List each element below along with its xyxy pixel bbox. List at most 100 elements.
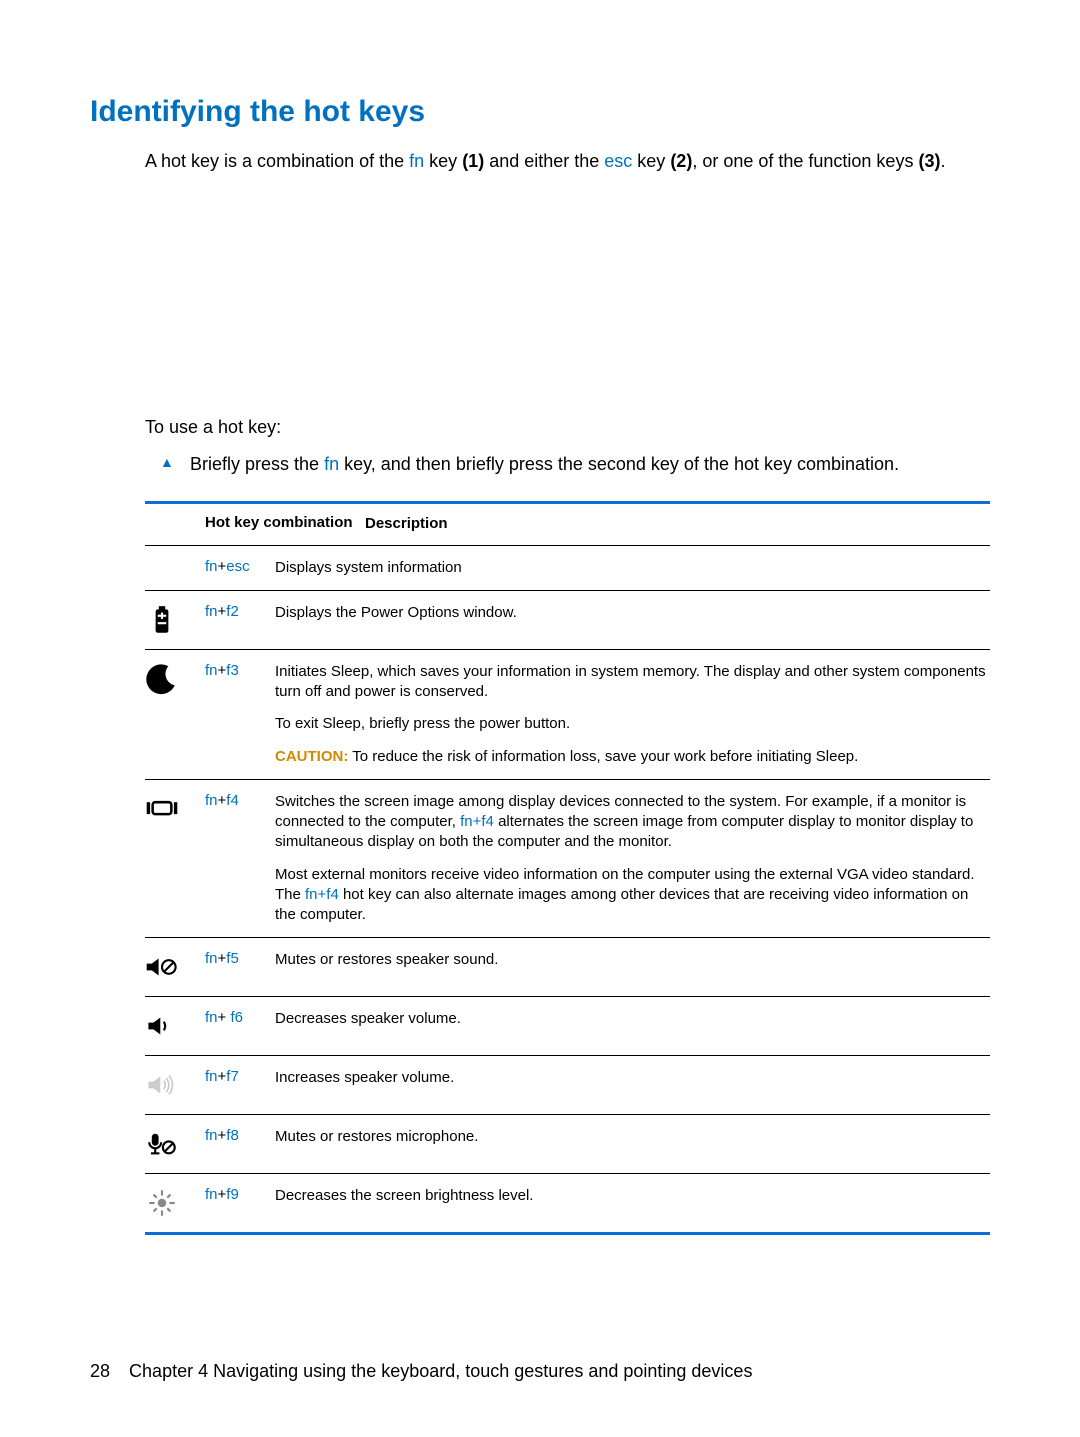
row-icon-cell [145,950,205,984]
speaker-mute-icon [145,950,179,984]
row-description: Displays the Power Options window. [275,603,990,637]
table-row: fn+esc Displays system information [145,546,990,591]
fn-key: fn [409,151,424,171]
esc-key: esc [604,151,632,171]
hotkey-combo: fn+f9 [205,1186,275,1220]
table-row: fn+f9 Decreases the screen brightness le… [145,1174,990,1235]
table-row: fn+f5 Mutes or restores speaker sound. [145,938,990,997]
row-icon-cell [145,558,205,578]
page-footer: 28 Chapter 4 Navigating using the keyboa… [90,1361,752,1382]
section-title: Identifying the hot keys [90,95,990,129]
microphone-mute-icon [145,1127,179,1161]
instruction-text: Briefly press the [190,454,324,474]
brightness-down-icon [145,1186,179,1220]
combo-plus: + [218,950,227,967]
instruction-text: Briefly press the fn key, and then brief… [190,454,899,475]
combo-key: f7 [226,1068,239,1085]
table-row: fn+f3 Initiates Sleep, which saves your … [145,650,990,780]
inline-hotkey: fn+f4 [460,813,494,830]
combo-key: f8 [226,1127,239,1144]
table-header: Hot key combination Description [145,504,990,545]
desc-p1: Switches the screen image among display … [275,792,990,853]
intro-text: key [632,151,670,171]
hotkey-combo: fn+f5 [205,950,275,984]
combo-key: esc [226,558,249,575]
intro-text: and either the [484,151,604,171]
page-number: 28 [90,1361,110,1381]
combo-key: f6 [230,1009,243,1026]
intro-ref-3: (3) [918,151,940,171]
intro-text: , or one of the function keys [692,151,918,171]
row-icon-cell [145,792,205,926]
row-description: Initiates Sleep, which saves your inform… [275,662,990,767]
hotkey-combo: fn+f2 [205,603,275,637]
combo-fn: fn [205,950,218,967]
desc-caution: CAUTION: To reduce the risk of informati… [275,747,990,767]
combo-fn: fn [205,1068,218,1085]
caution-label: CAUTION: [275,748,348,765]
hotkey-combo: fn+f3 [205,662,275,767]
combo-fn: fn [205,662,218,679]
hotkey-combo: fn+esc [205,558,275,578]
caution-text: To reduce the risk of information loss, … [348,748,858,765]
table-row: fn+f7 Increases speaker volume. [145,1056,990,1115]
desc-p1: Initiates Sleep, which saves your inform… [275,662,990,703]
chapter-title: Chapter 4 Navigating using the keyboard,… [129,1361,752,1381]
table-row: fn+ f6 Decreases speaker volume. [145,997,990,1056]
header-icon-col [145,514,205,534]
hotkey-combo: fn+ f6 [205,1009,275,1043]
row-icon-cell [145,1009,205,1043]
combo-key: f5 [226,950,239,967]
table-row: fn+f2 Displays the Power Options window. [145,591,990,650]
desc-p2: Most external monitors receive video inf… [275,865,990,926]
intro-paragraph: A hot key is a combination of the fn key… [145,149,990,173]
switch-display-icon [145,792,179,826]
row-description: Switches the screen image among display … [275,792,990,926]
hotkey-table: Hot key combination Description fn+esc D… [145,501,990,1235]
intro-text: . [940,151,945,171]
instruction-text: key, and then briefly press the second k… [339,454,899,474]
combo-plus: + [218,1068,227,1085]
combo-key: f2 [226,603,239,620]
row-description: Mutes or restores speaker sound. [275,950,990,984]
combo-plus: + [218,603,227,620]
instruction-bullet: ▲ Briefly press the fn key, and then bri… [160,454,990,475]
intro-ref-2: (2) [670,151,692,171]
intro-ref-1: (1) [462,151,484,171]
inline-hotkey: fn+f4 [305,886,339,903]
row-description: Decreases speaker volume. [275,1009,990,1043]
combo-plus: + [218,662,227,679]
combo-fn: fn [205,603,218,620]
header-desc: Description [365,514,990,534]
volume-down-icon [145,1009,179,1043]
table-row: fn+f8 Mutes or restores microphone. [145,1115,990,1174]
combo-key: f9 [226,1186,239,1203]
moon-icon [145,662,179,696]
keyboard-diagram-placeholder [90,173,990,417]
hotkey-combo: fn+f4 [205,792,275,926]
page: Identifying the hot keys A hot key is a … [0,0,1080,1437]
combo-fn: fn [205,1127,218,1144]
combo-plus: + [218,1127,227,1144]
combo-plus: + [218,558,227,575]
row-icon-cell [145,1068,205,1102]
combo-key: f3 [226,662,239,679]
desc-text: hot key can also alternate images among … [275,886,968,923]
fn-key: fn [324,454,339,474]
combo-plus: + [218,792,227,809]
combo-fn: fn [205,1186,218,1203]
combo-fn: fn [205,1009,218,1026]
row-description: Decreases the screen brightness level. [275,1186,990,1220]
desc-p2: To exit Sleep, briefly press the power b… [275,714,990,734]
volume-up-icon [145,1068,179,1102]
combo-plus: + [218,1186,227,1203]
row-description: Displays system information [275,558,990,578]
row-description: Mutes or restores microphone. [275,1127,990,1161]
row-icon-cell [145,662,205,767]
combo-plus: + [218,1009,231,1026]
header-combo: Hot key combination [205,514,365,534]
combo-key: f4 [226,792,239,809]
intro-text: key [424,151,462,171]
row-description: Increases speaker volume. [275,1068,990,1102]
combo-fn: fn [205,792,218,809]
